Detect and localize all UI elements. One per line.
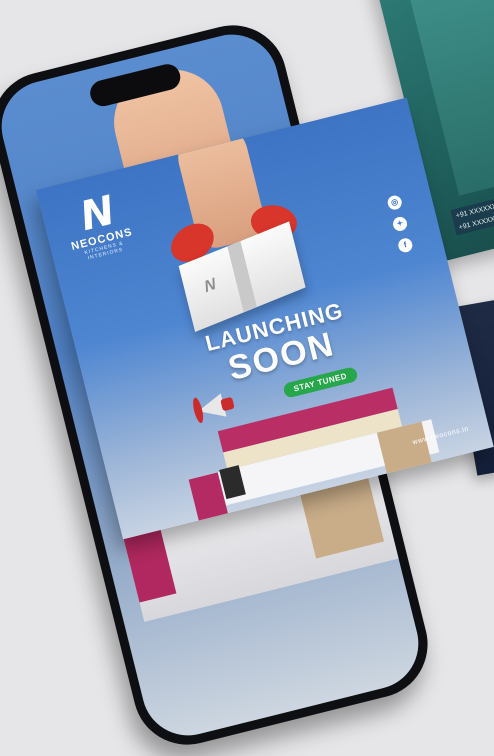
gift-logo: N <box>202 275 218 297</box>
twitter-icon: ✦ <box>391 215 409 233</box>
facebook-icon: f <box>396 236 414 254</box>
instagram-icon: ◎ <box>386 194 404 212</box>
gift-band <box>227 241 257 313</box>
megaphone-icon <box>191 385 244 425</box>
brand-logo: N NEOCONS KITCHENS & INTERIORS <box>56 186 141 266</box>
mockup-scene: +91 XXXXXXXXXX +91 XXXXXXXXXX N NEOCONS … <box>0 0 494 756</box>
social-icons: ◎ ✦ f <box>386 194 417 262</box>
